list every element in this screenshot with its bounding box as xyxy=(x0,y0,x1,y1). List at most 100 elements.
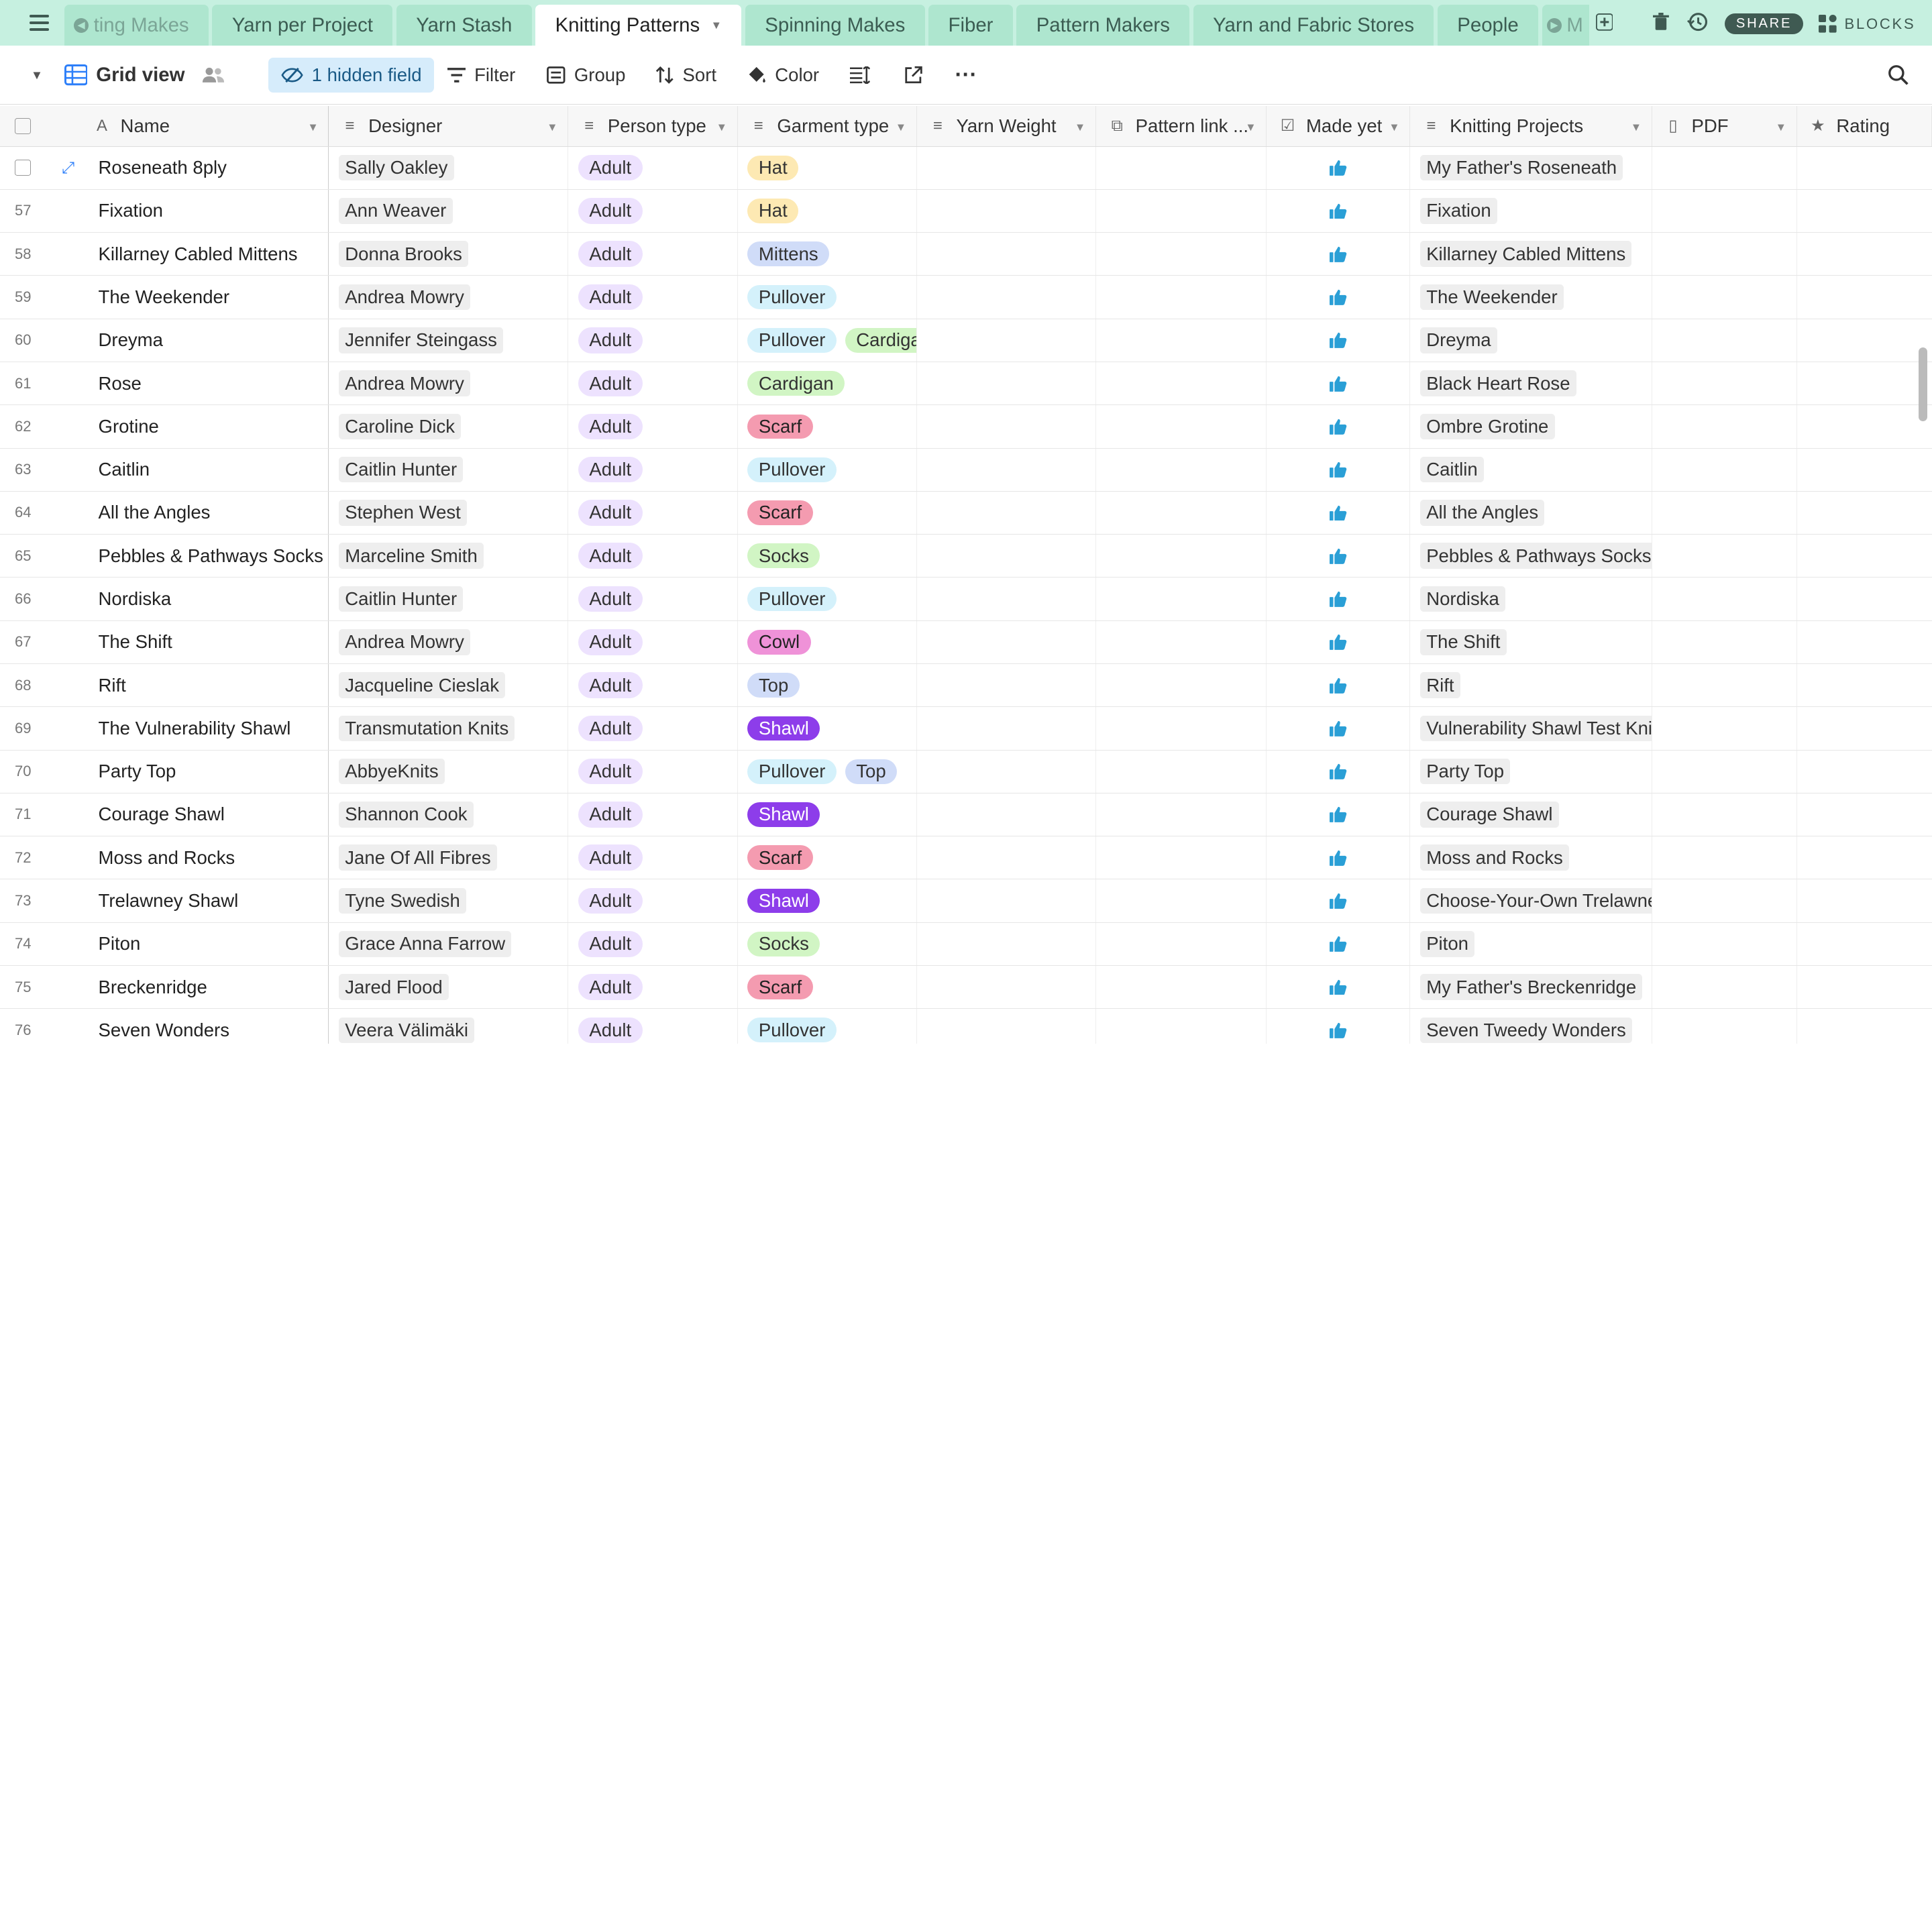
hidden-fields-button[interactable]: 1 hidden field xyxy=(268,58,434,93)
person-type-chip[interactable]: Adult xyxy=(578,887,643,914)
pdf-cell[interactable] xyxy=(1652,276,1797,319)
column-menu-caret-icon[interactable]: ▼ xyxy=(716,121,727,134)
view-switcher[interactable]: Grid view xyxy=(64,58,184,92)
designer-cell[interactable]: Marceline Smith xyxy=(329,535,569,578)
column-menu-caret-icon[interactable]: ▼ xyxy=(1245,121,1256,134)
yarn-weight-cell[interactable] xyxy=(917,535,1096,578)
person-type-cell[interactable]: Adult xyxy=(568,233,738,276)
rating-cell[interactable] xyxy=(1797,621,1932,663)
tab-1[interactable]: Yarn per Project xyxy=(212,5,393,46)
person-type-cell[interactable]: Adult xyxy=(568,750,738,793)
table-row[interactable]: 61 Rose Andrea Mowry Adult Cardigan Black Hea… xyxy=(0,362,1932,406)
table-row[interactable]: 67 The Shift Andrea Mowry Adult Cowl The Shif… xyxy=(0,620,1932,664)
thumbs-up-icon[interactable] xyxy=(1277,936,1409,952)
knitting-project-link-chip[interactable]: All the Angles xyxy=(1420,500,1545,526)
garment-type-cell[interactable]: Scarf xyxy=(738,965,917,1009)
yarn-weight-cell[interactable] xyxy=(917,965,1096,1009)
rating-cell[interactable] xyxy=(1797,319,1932,362)
garment-type-cell[interactable]: Pullover xyxy=(738,1009,917,1044)
garment-type-cell[interactable]: Scarf xyxy=(738,405,917,448)
table-row[interactable]: 68 Rift Jacqueline Cieslak Adult Top Rift xyxy=(0,663,1932,708)
blocks-button[interactable]: BLOCKS xyxy=(1818,12,1915,36)
rating-cell[interactable] xyxy=(1797,362,1932,404)
person-type-cell[interactable]: Adult xyxy=(568,362,738,405)
tab-8[interactable]: People xyxy=(1437,5,1539,46)
made-yet-cell[interactable] xyxy=(1267,448,1411,491)
rating-cell[interactable] xyxy=(1797,276,1932,318)
name-cell[interactable]: Caitlin xyxy=(81,448,329,491)
knitting-project-cell[interactable]: Ombre Grotine xyxy=(1410,405,1652,448)
knitting-project-link-chip[interactable]: Killarney Cabled Mittens xyxy=(1420,241,1632,268)
pdf-cell[interactable] xyxy=(1652,189,1797,233)
table-row[interactable]: 70 Party Top AbbyeKnits Adult Pullover Top Par… xyxy=(0,750,1932,793)
thumbs-up-icon[interactable] xyxy=(1277,246,1409,262)
knitting-project-link-chip[interactable]: Choose-Your-Own Trelawney xyxy=(1420,887,1652,914)
garment-type-cell[interactable]: Mittens xyxy=(738,233,917,276)
knitting-project-cell[interactable]: The Shift xyxy=(1410,620,1652,663)
knitting-project-cell[interactable]: My Father's Breckenridge xyxy=(1410,965,1652,1009)
person-type-cell[interactable]: Adult xyxy=(568,793,738,836)
tab-2[interactable]: Yarn Stash xyxy=(396,5,532,46)
select-all-checkbox[interactable] xyxy=(15,117,32,134)
column-menu-caret-icon[interactable]: ▼ xyxy=(307,121,318,134)
pdf-cell[interactable] xyxy=(1652,362,1797,405)
knitting-project-link-chip[interactable]: Seven Tweedy Wonders xyxy=(1420,1017,1632,1044)
pdf-cell[interactable] xyxy=(1652,535,1797,578)
pdf-cell[interactable] xyxy=(1652,319,1797,362)
person-type-chip[interactable]: Adult xyxy=(578,500,643,526)
thumbs-up-icon[interactable] xyxy=(1277,893,1409,909)
designer-cell[interactable]: Jacqueline Cieslak xyxy=(329,663,569,707)
garment-type-cell[interactable]: Pullover Cardigan xyxy=(738,319,917,362)
knitting-project-cell[interactable]: Killarney Cabled Mittens xyxy=(1410,233,1652,276)
knitting-project-cell[interactable]: Seven Tweedy Wonders xyxy=(1410,1009,1652,1044)
designer-link-chip[interactable]: Caitlin Hunter xyxy=(339,456,464,483)
column-header-5[interactable]: ⧉ Pattern link ... ▼ xyxy=(1096,105,1267,146)
designer-cell[interactable]: Caroline Dick xyxy=(329,405,569,448)
person-type-cell[interactable]: Adult xyxy=(568,146,738,189)
made-yet-cell[interactable] xyxy=(1267,362,1411,405)
thumbs-up-icon[interactable] xyxy=(1277,461,1409,478)
knitting-project-cell[interactable]: Rift xyxy=(1410,663,1652,707)
made-yet-cell[interactable] xyxy=(1267,965,1411,1009)
person-type-chip[interactable]: Adult xyxy=(578,241,643,268)
name-cell[interactable]: Moss and Rocks xyxy=(81,836,329,879)
pdf-cell[interactable] xyxy=(1652,965,1797,1009)
column-header-2[interactable]: ≡ Person type ▼ xyxy=(568,105,738,146)
thumbs-up-icon[interactable] xyxy=(1277,720,1409,736)
rating-cell[interactable] xyxy=(1797,190,1932,232)
designer-link-chip[interactable]: Caitlin Hunter xyxy=(339,586,464,612)
pattern-link-cell[interactable] xyxy=(1096,146,1267,189)
made-yet-cell[interactable] xyxy=(1267,276,1411,319)
designer-cell[interactable]: Andrea Mowry xyxy=(329,620,569,663)
pdf-cell[interactable] xyxy=(1652,707,1797,750)
pattern-link-cell[interactable] xyxy=(1096,448,1267,491)
knitting-project-link-chip[interactable]: Nordiska xyxy=(1420,586,1506,612)
thumbs-up-icon[interactable] xyxy=(1277,979,1409,995)
garment-type-cell[interactable]: Pullover Top xyxy=(738,750,917,793)
table-row[interactable]: 57 Fixation Ann Weaver Adult Hat Fixation xyxy=(0,189,1932,233)
person-type-cell[interactable]: Adult xyxy=(568,836,738,879)
pdf-cell[interactable] xyxy=(1652,578,1797,620)
knitting-project-link-chip[interactable]: Fixation xyxy=(1420,198,1497,224)
name-cell[interactable]: Roseneath 8ply xyxy=(81,146,329,189)
name-cell[interactable]: Rose xyxy=(81,362,329,405)
designer-cell[interactable]: Donna Brooks xyxy=(329,233,569,276)
made-yet-cell[interactable] xyxy=(1267,922,1411,965)
rating-cell[interactable] xyxy=(1797,492,1932,534)
designer-link-chip[interactable]: Shannon Cook xyxy=(339,802,474,828)
pdf-cell[interactable] xyxy=(1652,146,1797,189)
search-icon[interactable] xyxy=(1888,58,1909,92)
thumbs-up-icon[interactable] xyxy=(1277,376,1409,392)
pdf-cell[interactable] xyxy=(1652,879,1797,922)
tab-4[interactable]: Spinning Makes xyxy=(745,5,925,46)
person-type-chip[interactable]: Adult xyxy=(578,672,643,698)
thumbs-up-icon[interactable] xyxy=(1277,634,1409,651)
rating-cell[interactable] xyxy=(1797,147,1932,189)
designer-link-chip[interactable]: Jane Of All Fibres xyxy=(339,844,497,871)
name-cell[interactable]: Courage Shawl xyxy=(81,793,329,836)
pdf-cell[interactable] xyxy=(1652,233,1797,276)
person-type-cell[interactable]: Adult xyxy=(568,879,738,922)
name-cell[interactable]: Nordiska xyxy=(81,578,329,620)
table-row[interactable]: 76 Seven Wonders Veera Välimäki Adult Pullov… xyxy=(0,1009,1932,1044)
share-view-icon[interactable] xyxy=(904,58,923,92)
